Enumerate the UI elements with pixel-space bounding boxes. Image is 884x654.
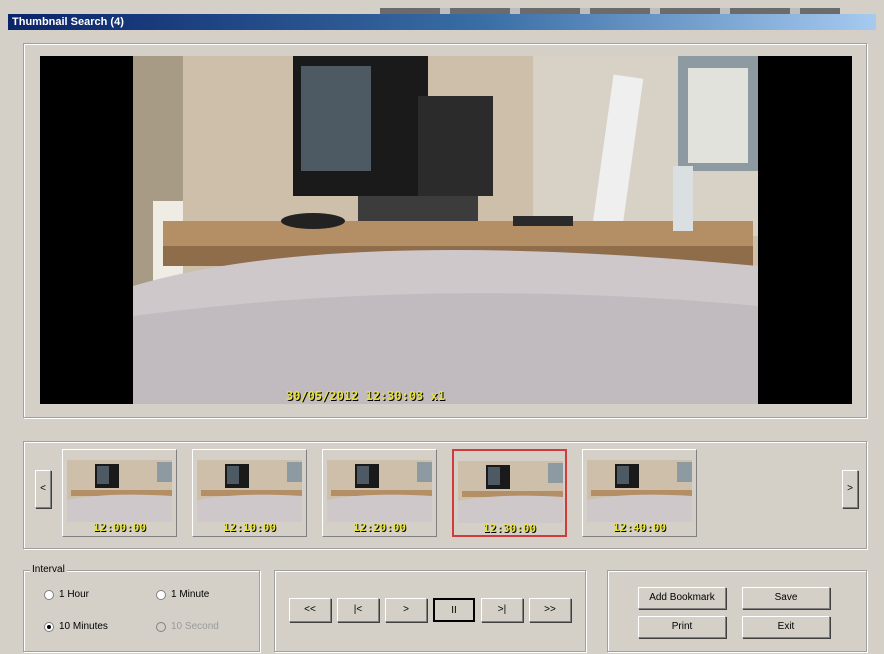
thumbnail-image xyxy=(197,460,302,522)
video-frame-image xyxy=(133,56,758,404)
print-button[interactable]: Print xyxy=(638,616,726,638)
step-back-button[interactable]: |< xyxy=(337,598,379,622)
thumbnail-image xyxy=(67,460,172,522)
fast-rewind-button[interactable]: << xyxy=(289,598,331,622)
interval-10-minutes-radio[interactable]: 10 Minutes xyxy=(44,621,108,632)
previous-thumbnails-button[interactable]: < xyxy=(35,470,51,508)
play-button[interactable]: > xyxy=(385,598,427,622)
interval-1-hour-radio[interactable]: 1 Hour xyxy=(44,589,89,600)
next-thumbnails-button[interactable]: > xyxy=(842,470,858,508)
radio-dot xyxy=(44,589,54,600)
interval-1-minute-radio[interactable]: 1 Minute xyxy=(156,589,209,600)
interval-group: Interval 1 Hour 1 Minute 10 Minutes 10 S… xyxy=(23,564,260,652)
add-bookmark-button[interactable]: Add Bookmark xyxy=(638,587,726,609)
video-timestamp-overlay: 30/05/2012 12:30:03 x1 xyxy=(286,389,445,403)
radio-dot xyxy=(156,621,166,632)
radio-dot xyxy=(156,589,166,600)
thumbnail-time: 12:10:00 xyxy=(223,521,276,534)
video-panel: 30/05/2012 12:30:03 x1 xyxy=(23,43,867,418)
playback-controls: << |< > II >| >> xyxy=(274,570,586,652)
radio-label: 10 Second xyxy=(171,621,219,632)
thumbnail-strip: < 12:00:00 12:10:00 12:20:00 12:30:00 12… xyxy=(23,441,867,549)
thumbnail-time: 12:40:00 xyxy=(613,521,666,534)
radio-dot-selected xyxy=(44,621,54,632)
thumbnail-1210[interactable]: 12:10:00 xyxy=(192,449,307,537)
radio-label: 10 Minutes xyxy=(59,621,108,632)
thumbnail-time: 12:30:00 xyxy=(483,522,536,535)
thumbnail-image xyxy=(587,460,692,522)
thumbnail-1200[interactable]: 12:00:00 xyxy=(62,449,177,537)
window-title: Thumbnail Search (4) xyxy=(8,14,876,30)
thumbnail-image xyxy=(458,461,563,523)
radio-label: 1 Minute xyxy=(171,589,210,600)
thumbnail-time: 12:20:00 xyxy=(353,521,406,534)
thumbnail-1240[interactable]: 12:40:00 xyxy=(582,449,697,537)
thumbnail-time: 12:00:00 xyxy=(93,521,146,534)
radio-label: 1 Hour xyxy=(59,589,90,600)
thumbnail-1230-selected[interactable]: 12:30:00 xyxy=(452,449,567,537)
fast-forward-button[interactable]: >> xyxy=(529,598,571,622)
interval-legend: Interval xyxy=(30,564,67,575)
actions-group: Add Bookmark Save Print Exit xyxy=(607,570,867,652)
thumbnail-image xyxy=(327,460,432,522)
interval-10-second-radio: 10 Second xyxy=(156,621,219,632)
pause-button[interactable]: II xyxy=(433,598,475,622)
exit-button[interactable]: Exit xyxy=(742,616,830,638)
step-forward-button[interactable]: >| xyxy=(481,598,523,622)
save-button[interactable]: Save xyxy=(742,587,830,609)
video-viewport[interactable]: 30/05/2012 12:30:03 x1 xyxy=(40,56,852,404)
thumbnail-1220[interactable]: 12:20:00 xyxy=(322,449,437,537)
